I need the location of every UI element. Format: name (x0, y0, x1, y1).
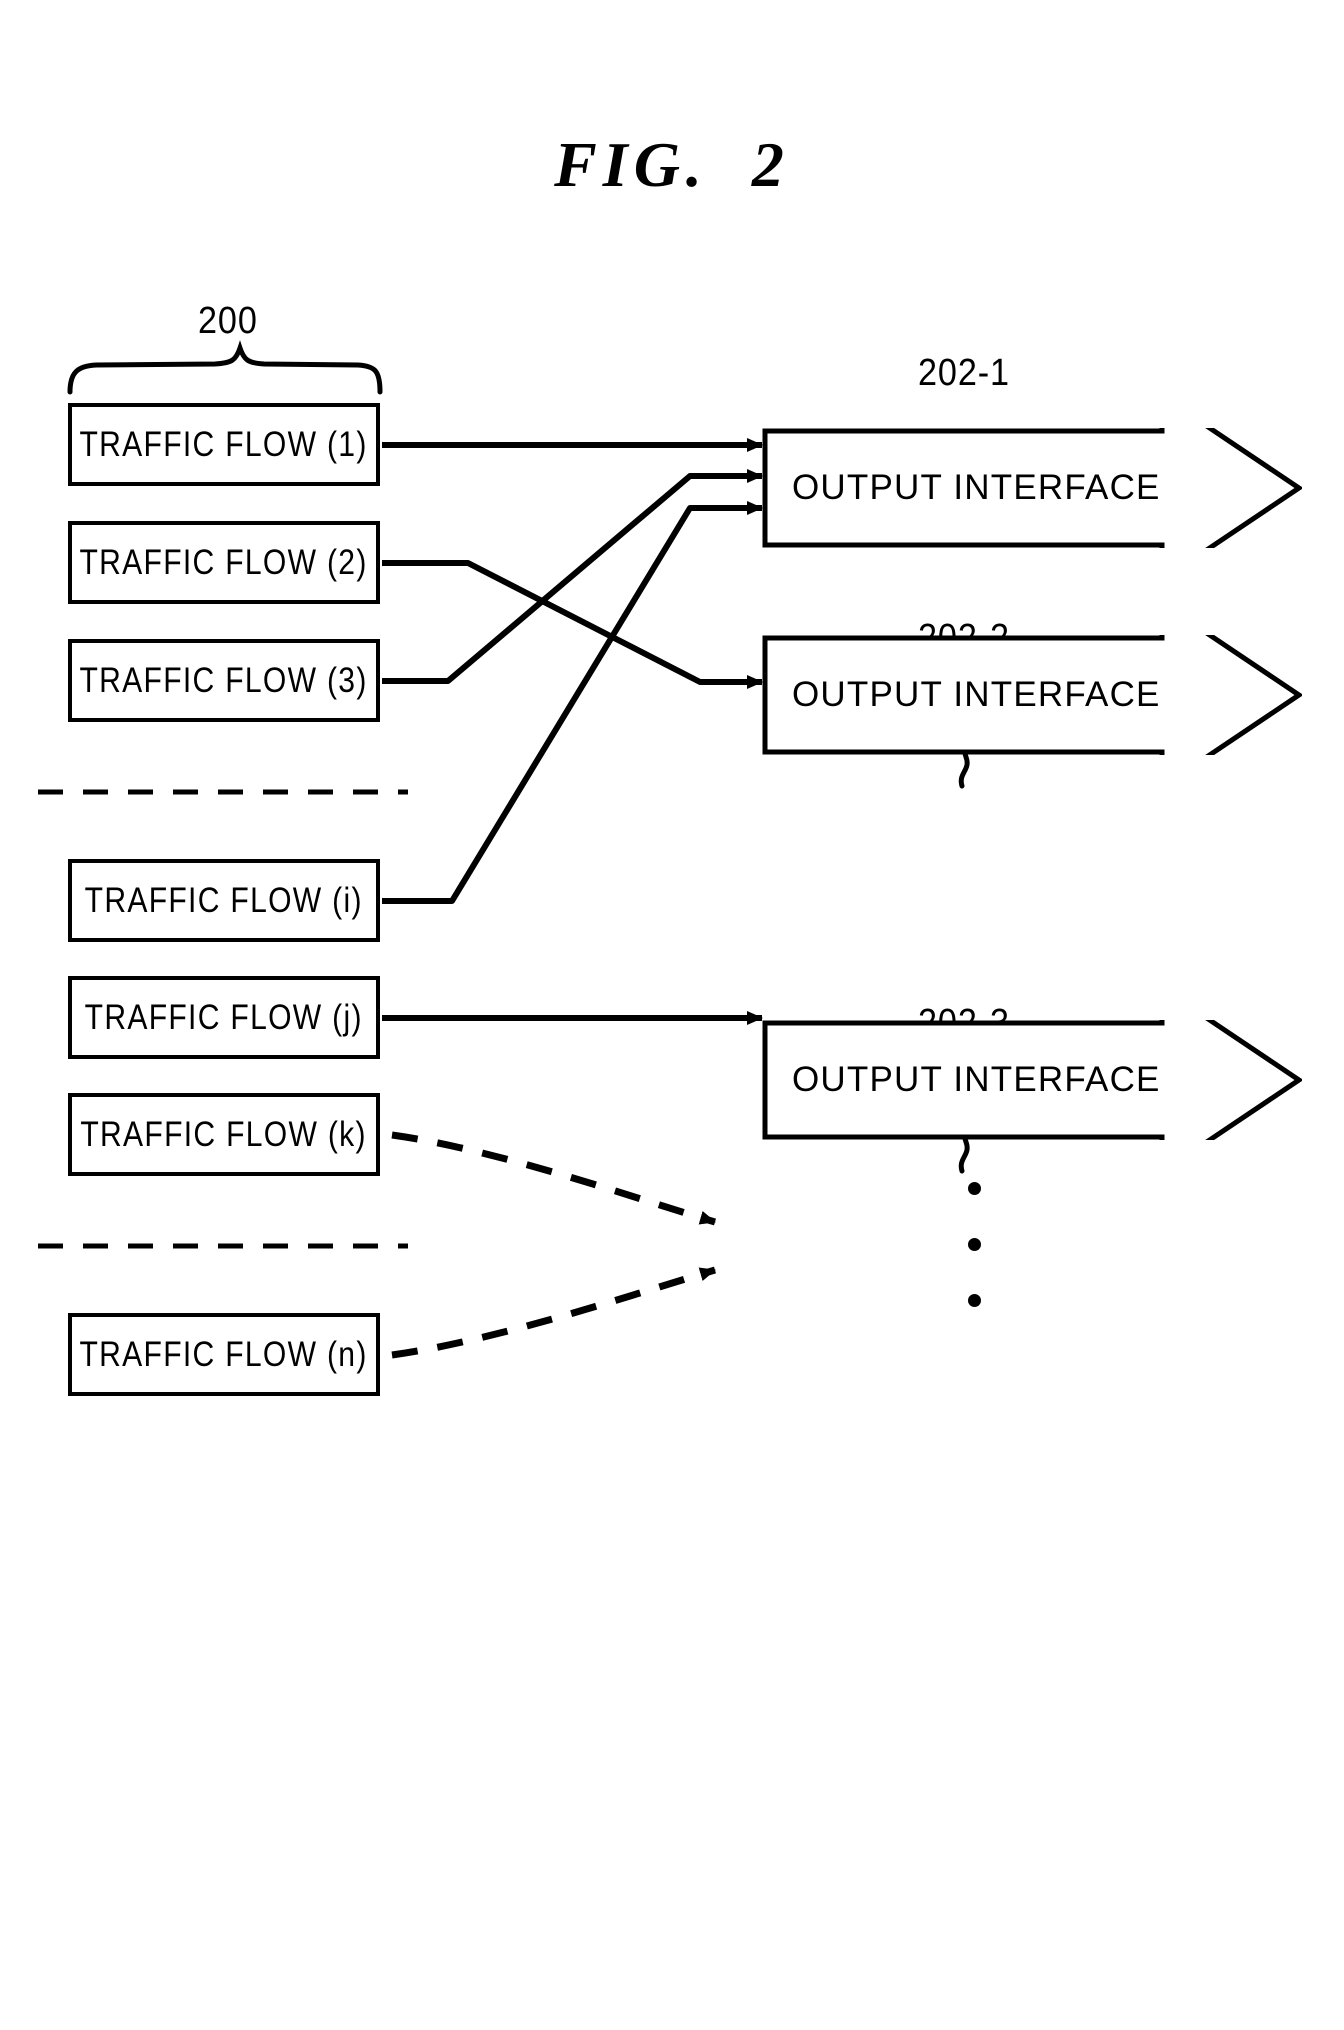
traffic-flow-box-3[interactable]: TRAFFIC FLOW (3) (68, 639, 380, 722)
traffic-flow-label-j: TRAFFIC FLOW (j) (84, 997, 364, 1037)
traffic-flow-label-2: TRAFFIC FLOW (2) (79, 542, 369, 582)
output-interface-label-2: OUTPUT INTERFACE (792, 675, 1161, 714)
ellipsis-dot (968, 1238, 981, 1251)
connector-flow-k-to-ellipsis (391, 1131, 716, 1226)
connector-flow-i-to-oif-1 (382, 501, 763, 904)
ellipsis-dot (968, 1294, 981, 1307)
traffic-flow-box-2[interactable]: TRAFFIC FLOW (2) (68, 521, 380, 604)
traffic-flow-label-n: TRAFFIC FLOW (n) (79, 1334, 369, 1374)
ref-numeral-202-1: 202-1 (918, 352, 1010, 394)
group-brace-200 (67, 340, 383, 395)
output-interface-block-3[interactable]: OUTPUT INTERFACE (762, 1020, 1302, 1140)
connector-flow-n-to-ellipsis (391, 1266, 716, 1359)
traffic-flow-label-1: TRAFFIC FLOW (1) (79, 424, 369, 464)
traffic-flow-box-1[interactable]: TRAFFIC FLOW (1) (68, 403, 380, 486)
traffic-flow-label-i: TRAFFIC FLOW (i) (84, 880, 364, 920)
output-interface-label-1: OUTPUT INTERFACE (792, 468, 1161, 507)
patent-figure: FIG. 2 200 TRAFFIC FLOW (1) TRAFFIC FLOW… (0, 0, 1344, 2030)
connector-flow-2-to-oif-2 (382, 560, 763, 689)
output-interface-block-2[interactable]: OUTPUT INTERFACE (762, 635, 1302, 755)
traffic-flow-label-k: TRAFFIC FLOW (k) (80, 1114, 368, 1154)
vertical-ellipsis (968, 1182, 992, 1312)
connector-flow-3-to-oif-1 (382, 469, 763, 684)
traffic-flow-label-3: TRAFFIC FLOW (3) (79, 660, 369, 700)
traffic-flow-box-n[interactable]: TRAFFIC FLOW (n) (68, 1313, 380, 1396)
traffic-flow-box-k[interactable]: TRAFFIC FLOW (k) (68, 1093, 380, 1176)
output-interface-block-1[interactable]: OUTPUT INTERFACE (762, 428, 1302, 548)
traffic-flow-box-i[interactable]: TRAFFIC FLOW (i) (68, 859, 380, 942)
ref-numeral-200: 200 (198, 300, 258, 342)
traffic-flow-box-j[interactable]: TRAFFIC FLOW (j) (68, 976, 380, 1059)
output-interface-label-3: OUTPUT INTERFACE (792, 1060, 1161, 1099)
figure-title: FIG. 2 (554, 129, 790, 200)
ellipsis-dot (968, 1182, 981, 1195)
